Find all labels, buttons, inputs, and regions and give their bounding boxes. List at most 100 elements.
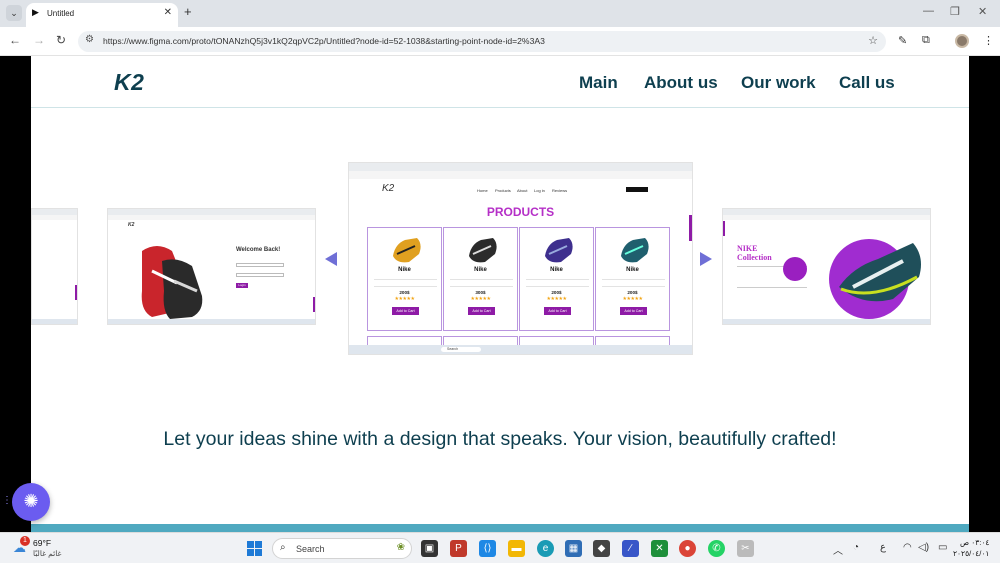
shoe-image [469,238,497,263]
site-header: K2 Main About us Our work Call us [31,56,969,108]
carousel-card-login[interactable]: K2 Welcome Back! Login [107,208,316,325]
product-rating: ★★★★★ [470,296,491,302]
address-bar[interactable]: ⚙ https://www.figma.com/proto/tONANzhQ5j… [78,31,886,52]
collection-title-line1: NIKE [737,244,758,253]
language-indicator[interactable]: ع [880,542,886,553]
search-icon: ⌕ [280,542,286,553]
browser-tab[interactable]: ▶ Untitled ✕ [26,3,178,27]
product-price: 300$ [475,290,486,295]
product-price: 200$ [399,290,410,295]
profile-avatar[interactable] [955,34,969,48]
system-clock[interactable]: ٠٣:٠٤ ص ٢٠٢٥/٠٤/٠١ [953,537,989,559]
notification-badge: 1 [20,536,30,546]
chrome-icon[interactable]: ● [679,540,696,557]
weather-description[interactable]: غائم غالبًا [33,549,61,558]
pen-icon[interactable]: ✎ [898,34,907,47]
nav-link-about-us[interactable]: About us [644,73,718,93]
mini-logo: K2 [128,222,135,228]
hero-tagline: Let your ideas shine with a design that … [163,428,837,450]
product-card: Nike 200$ ★★★★★ Add to Cart [367,227,442,331]
site-logo[interactable]: K2 [114,69,144,96]
bookmark-star-icon[interactable]: ☆ [868,34,878,47]
nav-link-our-work[interactable]: Our work [741,73,816,93]
url-text[interactable]: https://www.figma.com/proto/tONANzhQ5j3v… [103,36,545,46]
nav-link-call-us[interactable]: Call us [839,73,895,93]
product-name: Nike [474,267,487,273]
task-view-icon[interactable]: ▣ [421,540,438,557]
search-placeholder: Search [296,544,325,554]
product-rating: ★★★★★ [394,296,415,302]
product-name: Nike [398,267,411,273]
carousel-card-collection[interactable]: NIKE Collection [722,208,931,325]
product-price: 200$ [551,290,562,295]
back-icon[interactable]: ← [9,33,21,47]
wifi-icon[interactable]: ◠ [903,542,912,553]
login-password-field[interactable] [236,273,284,277]
tab-favicon-icon: ▶ [32,7,39,17]
figma-ai-fab-button[interactable]: ✺ [12,483,50,521]
tab-search-dropdown-icon[interactable]: ⌄ [6,5,22,21]
tab-title: Untitled [47,9,75,18]
snipping-tool-icon[interactable]: ✂ [737,540,754,557]
add-to-cart-button[interactable]: Add to Cart [544,307,571,315]
login-email-field[interactable] [236,263,284,267]
whatsapp-icon[interactable]: ✆ [708,540,725,557]
store-icon[interactable]: ▦ [565,540,582,557]
product-card: Nike 200$ ★★★★★ Add to Cart [595,227,670,331]
tab-close-icon[interactable]: ✕ [164,7,172,18]
products-mini-logo: K2 [382,183,395,194]
taskbar-search[interactable]: ⌕ Search ❀ [272,538,412,559]
product-card: Nike 300$ ★★★★★ Add to Cart [443,227,518,331]
close-window-icon[interactable]: ✕ [978,5,987,18]
site-info-icon[interactable]: ⚙ [85,34,94,45]
carousel-card-partial-left[interactable] [31,208,78,325]
product-card: Nike 200$ ★★★★★ Add to Cart [519,227,594,331]
edge-icon[interactable]: e [537,540,554,557]
windows-start-icon[interactable] [247,541,263,557]
browser-tab-strip: ⌄ ▶ Untitled ✕ + — ❐ ✕ [0,0,1000,27]
tray-overflow-icon[interactable]: ︿ [833,542,843,557]
sneaker-pair-image [141,246,203,319]
volume-icon[interactable]: ◁) [918,542,929,553]
unity-icon[interactable]: ◆ [593,540,610,557]
add-to-cart-button[interactable]: Add to Cart [620,307,647,315]
extensions-icon[interactable]: ⧉ [922,34,930,47]
sneaker-image [839,243,921,302]
login-button[interactable]: Login [236,283,248,288]
carousel-prev-arrow[interactable] [325,252,337,266]
pdf-app-icon[interactable]: P [450,540,467,557]
new-tab-icon[interactable]: + [184,4,192,19]
decor-circle [783,257,807,281]
collection-title-line2: Collection [737,253,772,262]
xbox-icon[interactable]: ✕ [651,540,668,557]
restore-icon[interactable]: ❐ [950,5,960,18]
footer-bar [31,524,969,532]
clock-time: ٠٣:٠٤ ص [960,538,990,547]
windows-taskbar: ☁ 1 69°F غائم غالبًا ⌕ Search ❀ ▣ P ⟨⟩ ▬… [0,532,1000,563]
product-name: Nike [550,267,563,273]
photos-icon[interactable]: ∕ [622,540,639,557]
carousel-next-arrow[interactable] [700,252,712,266]
shoe-image [545,238,573,263]
mini-taskbar: Search [349,345,692,354]
add-to-cart-button[interactable]: Add to Cart [468,307,495,315]
login-heading: Welcome Back! [236,247,281,253]
figma-prototype-frame: K2 Main About us Our work Call us K2 Wel [31,56,969,532]
weather-temperature[interactable]: 69°F [33,538,51,548]
battery-icon[interactable]: ▭ [938,542,947,553]
address-toolbar: ← → ↻ ⚙ https://www.figma.com/proto/tONA… [0,27,1000,56]
minimize-icon[interactable]: — [923,5,934,17]
vscode-icon[interactable]: ⟨⟩ [479,540,496,557]
forward-icon[interactable]: → [33,33,45,47]
menu-kebab-icon[interactable]: ⋮ [983,34,994,47]
reload-icon[interactable]: ↻ [56,33,66,47]
nav-link-main[interactable]: Main [579,73,618,93]
product-rating: ★★★★★ [546,296,567,302]
product-rating: ★★★★★ [622,296,643,302]
product-price: 200$ [627,290,638,295]
file-explorer-icon[interactable]: ▬ [508,540,525,557]
tray-app-icon[interactable]: ◔ [853,542,859,553]
products-heading: PRODUCTS [486,205,555,219]
carousel-card-products[interactable]: K2 Home Products About Log in Reviews PR… [348,162,693,355]
add-to-cart-button[interactable]: Add to Cart [392,307,419,315]
